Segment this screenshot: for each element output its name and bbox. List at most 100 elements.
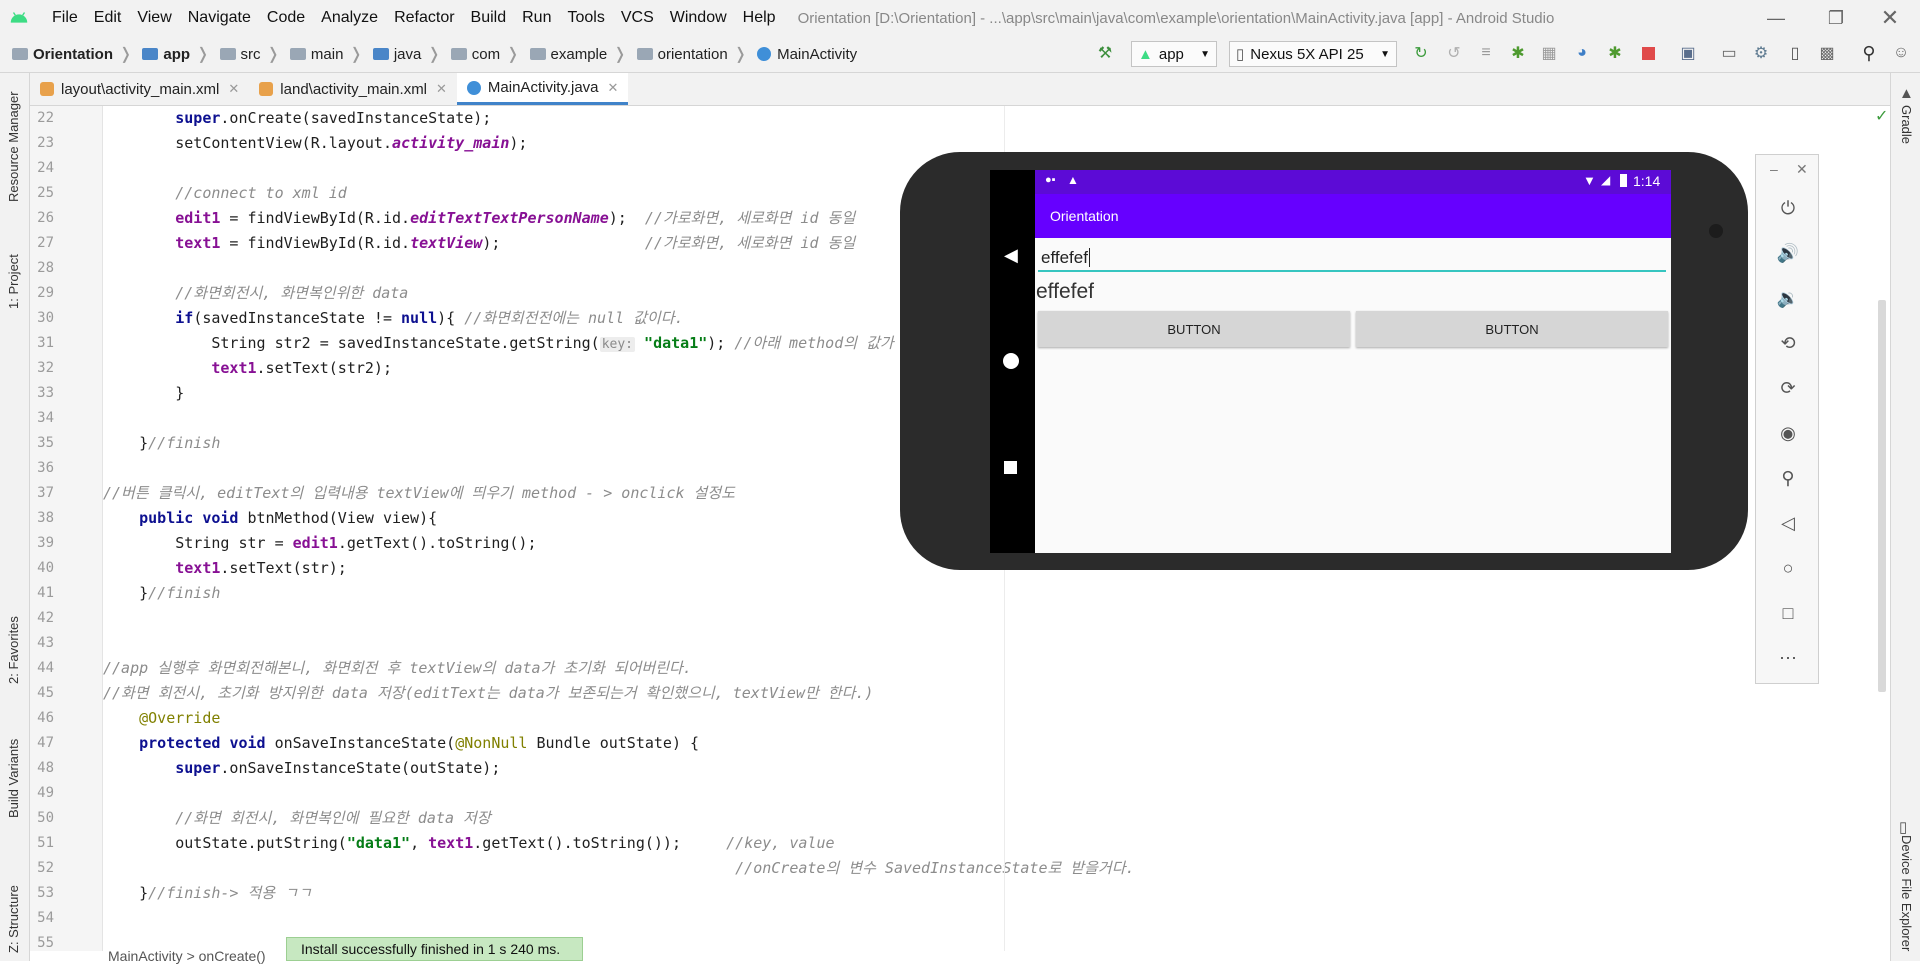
menu-window[interactable]: Window xyxy=(662,9,735,27)
favorites-tool[interactable]: 2: Favorites xyxy=(6,616,21,684)
code-line[interactable]: //화면회전시, 화면복인위한 data xyxy=(103,281,408,306)
code-line[interactable]: text1.setText(str2); xyxy=(103,356,392,381)
menu-vcs[interactable]: VCS xyxy=(613,9,662,27)
code-line[interactable]: super.onCreate(savedInstanceState); xyxy=(103,106,491,131)
device-select[interactable]: ▯ Nexus 5X API 25 ▼ xyxy=(1229,41,1397,67)
close-tab-icon[interactable]: ✕ xyxy=(608,80,619,96)
resource-manager-tool[interactable]: Resource Manager xyxy=(6,91,21,202)
minimize-icon[interactable]: — xyxy=(1746,0,1806,36)
overview-icon[interactable]: □ xyxy=(1775,600,1801,626)
code-line[interactable]: //버튼 클릭시, editText의 입력내용 textView에 띄우기 m… xyxy=(103,481,735,506)
code-line[interactable]: outState.putString("data1", text1.getTex… xyxy=(103,831,834,856)
code-line[interactable]: //화면 회전시, 초기화 방지위한 data 저장(editText는 dat… xyxy=(103,681,873,706)
menu-view[interactable]: View xyxy=(129,9,179,27)
emulator-button-1[interactable]: BUTTON xyxy=(1038,311,1350,347)
debug-icon[interactable]: ✱ xyxy=(1507,42,1529,64)
project-tool[interactable]: 1: Project xyxy=(6,254,21,309)
stop-icon[interactable] xyxy=(1637,42,1659,64)
menu-navigate[interactable]: Navigate xyxy=(180,9,259,27)
code-line[interactable]: //app 실행후 화면회전해본니, 화면회전 후 textView의 data… xyxy=(103,656,692,681)
profile-icon[interactable]: ◕ xyxy=(1571,42,1593,64)
code-line[interactable]: public void btnMethod(View view){ xyxy=(103,506,437,531)
menu-refactor[interactable]: Refactor xyxy=(386,9,462,27)
menu-file[interactable]: File xyxy=(44,9,86,27)
code-line[interactable]: }//finish xyxy=(103,431,220,456)
home-icon[interactable] xyxy=(1003,353,1019,369)
code-line[interactable]: //connect to xml id xyxy=(103,181,347,206)
code-line[interactable]: @Override xyxy=(103,706,220,731)
search-icon[interactable]: ⚲ xyxy=(1858,42,1880,64)
close-tab-icon[interactable]: ✕ xyxy=(228,81,239,97)
crumb-mainactivity[interactable]: MainActivity xyxy=(777,46,857,63)
menu-edit[interactable]: Edit xyxy=(86,9,130,27)
user-icon[interactable]: ☺ xyxy=(1890,42,1912,64)
menu-help[interactable]: Help xyxy=(735,9,784,27)
sync-project-icon[interactable]: ▣ xyxy=(1677,42,1699,64)
code-line[interactable]: }//finish xyxy=(103,581,220,606)
back-icon[interactable]: ◁ xyxy=(1775,510,1801,536)
avd-manager-icon[interactable]: ▭ xyxy=(1718,42,1740,64)
apply-changes-restart-icon[interactable]: ↻ xyxy=(1410,42,1432,64)
tab-layout-activity-main[interactable]: layout\activity_main.xml ✕ xyxy=(30,73,249,105)
crumb-src[interactable]: src xyxy=(241,46,261,63)
device-file-explorer-tool[interactable]: Device File Explorer xyxy=(1899,835,1914,951)
close-tab-icon[interactable]: ✕ xyxy=(436,81,447,97)
code-line[interactable]: } xyxy=(103,381,184,406)
menu-build[interactable]: Build xyxy=(463,9,515,27)
screenshot-camera-icon[interactable]: ◉ xyxy=(1775,420,1801,446)
apply-changes-icon[interactable]: ≡ xyxy=(1475,42,1497,64)
device-manager-icon[interactable]: ▯ xyxy=(1784,42,1806,64)
emulator-minimize-icon[interactable]: – xyxy=(1770,161,1778,177)
code-line[interactable]: setContentView(R.layout.activity_main); xyxy=(103,131,527,156)
menu-run[interactable]: Run xyxy=(514,9,559,27)
crumb-app[interactable]: app xyxy=(163,46,190,63)
code-line[interactable]: String str2 = savedInstanceState.getStri… xyxy=(103,331,894,356)
zoom-icon[interactable]: ⚲ xyxy=(1775,465,1801,491)
code-line[interactable]: edit1 = findViewById(R.id.editTextTextPe… xyxy=(103,206,855,231)
menu-code[interactable]: Code xyxy=(259,9,313,27)
crumb-example[interactable]: example xyxy=(551,46,608,63)
emulator-close-icon[interactable]: ✕ xyxy=(1796,161,1808,178)
emulator-button-2[interactable]: BUTTON xyxy=(1356,311,1668,347)
gradle-tool[interactable]: Gradle xyxy=(1899,105,1914,144)
editor-scrollbar[interactable] xyxy=(1878,300,1886,692)
volume-down-icon[interactable]: 🔉 xyxy=(1775,285,1801,311)
menu-analyze[interactable]: Analyze xyxy=(313,9,386,27)
crumb-com[interactable]: com xyxy=(472,46,500,63)
make-project-hammer-icon[interactable]: ⚒ xyxy=(1094,42,1116,64)
editor-breadcrumb[interactable]: MainActivity > onCreate() xyxy=(108,948,266,964)
build-variants-tool[interactable]: Build Variants xyxy=(6,739,21,818)
emulator-edit-text[interactable]: effefef​ xyxy=(1038,244,1666,272)
crumb-java[interactable]: java xyxy=(394,46,422,63)
code-line[interactable]: if(savedInstanceState != null){ //화면회전전에… xyxy=(103,306,683,331)
attach-process-icon[interactable]: ✱ xyxy=(1604,42,1626,64)
structure-tool[interactable]: Z: Structure xyxy=(6,885,21,953)
code-line[interactable]: //onCreate의 변수 SavedInstanceState로 받을거다. xyxy=(103,856,1134,881)
sdk-manager-icon[interactable]: ⚙ xyxy=(1750,42,1772,64)
close-window-icon[interactable]: ✕ xyxy=(1860,0,1920,36)
tab-mainactivity-java[interactable]: MainActivity.java ✕ xyxy=(456,73,629,105)
tab-land-activity-main[interactable]: land\activity_main.xml ✕ xyxy=(249,73,457,105)
volume-up-icon[interactable]: 🔊 xyxy=(1775,240,1801,266)
code-line[interactable]: String str = edit1.getText().toString(); xyxy=(103,531,536,556)
layout-inspector-icon[interactable]: ▩ xyxy=(1816,42,1838,64)
rotate-left-icon[interactable]: ⟲ xyxy=(1775,330,1801,356)
rotate-right-icon[interactable]: ⟳ xyxy=(1775,375,1801,401)
power-icon[interactable]: ⏻ xyxy=(1775,195,1801,221)
code-line[interactable]: super.onSaveInstanceState(outState); xyxy=(103,756,500,781)
home-icon[interactable]: ○ xyxy=(1775,555,1801,581)
crumb-project[interactable]: Orientation xyxy=(33,46,113,63)
more-icon[interactable]: ⋯ xyxy=(1775,645,1801,671)
code-line[interactable]: //화면 회전시, 화면복인에 필요한 data 저장 xyxy=(103,806,490,831)
run-config-select[interactable]: ▲ app ▼ xyxy=(1131,41,1217,67)
crumb-orientation[interactable]: orientation xyxy=(658,46,728,63)
back-icon[interactable]: ◀ xyxy=(1004,245,1018,266)
code-line[interactable]: }//finish-> 적용 ㄱㄱ xyxy=(103,881,312,906)
restore-icon[interactable]: ❐ xyxy=(1806,0,1866,36)
recents-icon[interactable] xyxy=(1004,461,1017,474)
apply-code-changes-icon[interactable]: ↺ xyxy=(1443,42,1465,64)
code-line[interactable]: text1.setText(str); xyxy=(103,556,347,581)
code-line[interactable]: protected void onSaveInstanceState(@NonN… xyxy=(103,731,699,756)
crumb-main[interactable]: main xyxy=(311,46,344,63)
menu-tools[interactable]: Tools xyxy=(559,9,612,27)
